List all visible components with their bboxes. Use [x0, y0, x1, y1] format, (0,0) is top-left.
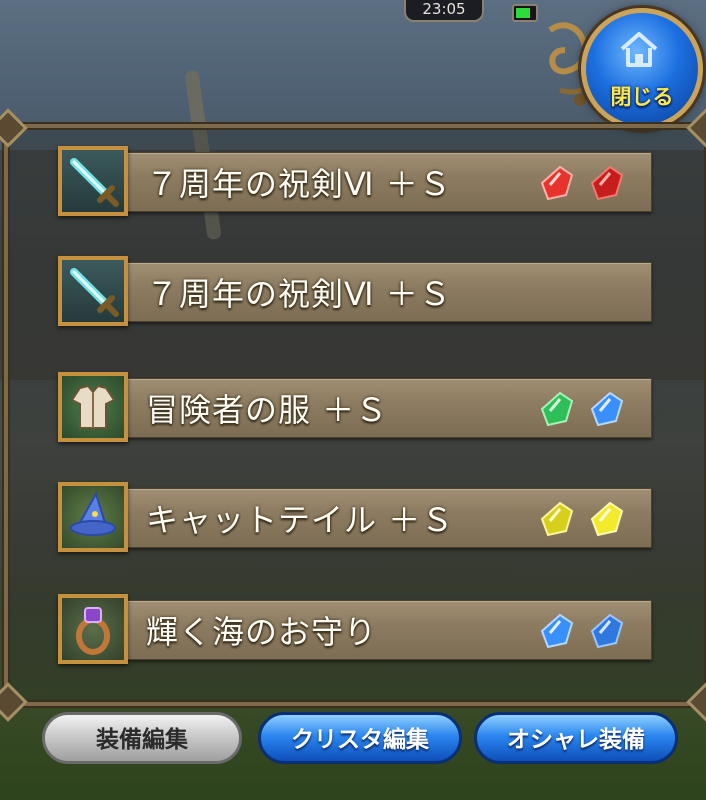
edit-crysta-button[interactable]: クリスタ編集 — [258, 712, 462, 764]
sword-icon — [58, 256, 128, 326]
close-button-label: 閉じる — [610, 85, 674, 109]
panel-corner-ornament — [686, 108, 706, 148]
equipment-name: 冒険者の服 ＋Ｓ — [146, 391, 389, 429]
edit-equipment-button[interactable]: 装備編集 — [42, 712, 242, 764]
equipment-row-additional[interactable]: キャットテイル ＋Ｓ — [58, 482, 652, 552]
equipment-name: 輝く海のお守り — [146, 613, 378, 651]
crystal-icon-yellow — [540, 501, 574, 537]
clock: 23:05 — [404, 0, 484, 22]
equipment-name: ７周年の祝剣Ⅵ ＋Ｓ — [146, 275, 452, 313]
close-button[interactable]: 閉じる — [581, 8, 703, 130]
panel-corner-ornament — [0, 108, 28, 148]
equipment-row-weapon-sub[interactable]: ７周年の祝剣Ⅵ ＋Ｓ — [58, 256, 652, 326]
crystal-icon-blue — [590, 613, 624, 649]
crystal-icon-yellow — [590, 501, 624, 537]
equipment-row-special[interactable]: 輝く海のお守り — [58, 594, 652, 664]
battery-icon — [512, 4, 538, 22]
fashion-equipment-button[interactable]: オシャレ装備 — [474, 712, 678, 764]
crystal-icon-blue — [590, 391, 624, 427]
equipment-row-weapon-main[interactable]: ７周年の祝剣Ⅵ ＋Ｓ — [58, 146, 652, 216]
crystal-icon-red — [540, 165, 574, 201]
wizard-hat-icon — [58, 482, 128, 552]
home-icon — [620, 32, 658, 67]
sword-icon — [58, 146, 128, 216]
crystal-icon-green — [540, 391, 574, 427]
ring-icon — [58, 594, 128, 664]
crystal-icon-red — [590, 165, 624, 201]
clothing-icon — [58, 372, 128, 442]
equipment-name: ７周年の祝剣Ⅵ ＋Ｓ — [146, 165, 452, 203]
equipment-row-armor[interactable]: 冒険者の服 ＋Ｓ — [58, 372, 652, 442]
crystal-icon-blue — [540, 613, 574, 649]
equipment-name: キャットテイル ＋Ｓ — [146, 501, 455, 539]
